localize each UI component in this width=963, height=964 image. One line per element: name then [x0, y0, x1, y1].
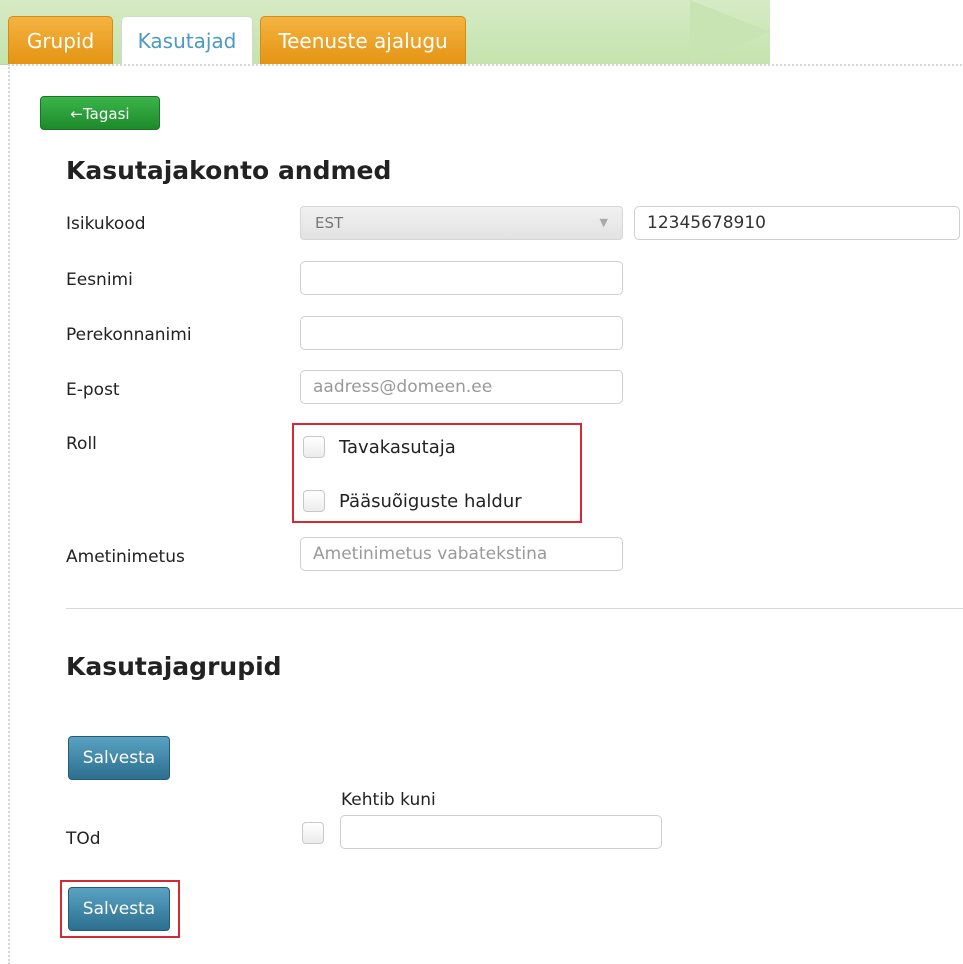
- tab-bar-end: [770, 0, 963, 64]
- group-tod-label: TOd: [66, 829, 101, 849]
- save-button-bottom[interactable]: Salvesta: [68, 887, 170, 931]
- valid-until-input[interactable]: [340, 815, 662, 849]
- back-button[interactable]: ←Tagasi: [40, 96, 160, 130]
- tab-grupid[interactable]: Grupid: [8, 16, 113, 64]
- isikukood-input[interactable]: 12345678910: [634, 206, 960, 240]
- paasuoiguste-haldur-label: Pääsuõiguste haldur: [339, 491, 522, 512]
- country-select[interactable]: EST ▼: [300, 206, 623, 240]
- section-divider: [66, 608, 963, 609]
- ametinimetus-input[interactable]: Ametinimetus vabatekstina: [300, 537, 623, 571]
- eesnimi-label: Eesnimi: [66, 270, 133, 290]
- eesnimi-input[interactable]: [300, 261, 623, 295]
- group-tod-checkbox[interactable]: [302, 822, 324, 844]
- roll-label: Roll: [66, 434, 97, 454]
- ametinimetus-label: Ametinimetus: [66, 547, 185, 567]
- tab-teenuste-ajalugu[interactable]: Teenuste ajalugu: [260, 16, 466, 64]
- save-button-top[interactable]: Salvesta: [68, 736, 170, 780]
- tab-kasutajad[interactable]: Kasutajad: [121, 16, 253, 66]
- isikukood-label: Isikukood: [66, 214, 146, 234]
- groups-section-title: Kasutajagrupid: [66, 652, 282, 681]
- perekonnanimi-label: Perekonnanimi: [66, 325, 192, 345]
- perekonnanimi-input[interactable]: [300, 316, 623, 350]
- tavakasutaja-label: Tavakasutaja: [339, 437, 456, 458]
- chevron-down-icon: ▼: [599, 216, 608, 229]
- tavakasutaja-checkbox[interactable]: [303, 436, 325, 458]
- country-select-value: EST: [315, 214, 344, 232]
- paasuoiguste-haldur-checkbox[interactable]: [303, 490, 325, 512]
- account-section-title: Kasutajakonto andmed: [66, 156, 392, 185]
- valid-until-label: Kehtib kuni: [341, 790, 436, 810]
- epost-label: E-post: [66, 380, 120, 400]
- tab-bar-arrow: [690, 0, 770, 64]
- email-field[interactable]: aadress@domeen.ee: [300, 370, 623, 404]
